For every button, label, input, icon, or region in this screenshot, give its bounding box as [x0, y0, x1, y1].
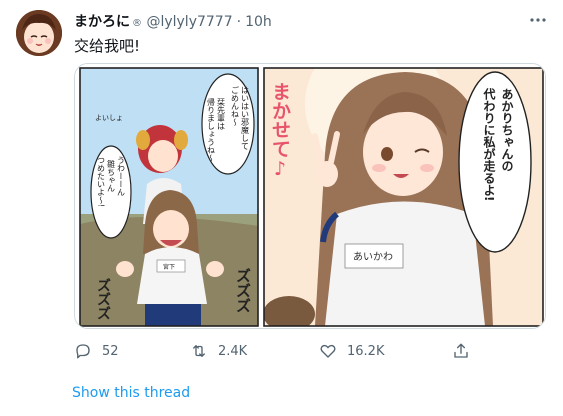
more-icon[interactable] — [528, 12, 548, 28]
retweet-button[interactable]: 2.4K — [190, 341, 247, 361]
sfx-makasete: まかせて♪ — [269, 82, 291, 180]
avatar[interactable] — [16, 10, 62, 56]
share-button[interactable] — [452, 341, 480, 361]
bubble-2-line-2: 代わりに私が走るよ! — [482, 87, 496, 202]
tweet-actions: 52 2.4K 16.2K — [74, 341, 494, 361]
bubble-right-line-3: 栞先輩は — [217, 98, 226, 130]
bubble-2-line-1: あかりちゃんの — [500, 88, 514, 172]
retweet-count: 2.4K — [218, 343, 248, 359]
sfx-bottom-left: ズズズ — [95, 277, 111, 320]
tweet: まかろに ® @lylyly7777 · 10h 交给我吧! よいしょ はいはい… — [0, 0, 563, 416]
shirt-name-1: 宮下 — [163, 263, 175, 271]
share-icon — [454, 343, 468, 358]
tweet-text: 交给我吧! — [74, 37, 141, 55]
tweet-media-image[interactable]: よいしょ はいはい邪魔して ごめんね～ 栞先輩は 帰りましょうね～ うわーーん … — [74, 63, 546, 329]
bubble-left-line-2: 雛ちゃん — [107, 159, 116, 192]
display-name[interactable]: まかろに — [74, 14, 130, 30]
reply-count: 52 — [102, 343, 119, 359]
tweet-header: まかろに ® @lylyly7777 · 10h — [74, 11, 272, 31]
separator-dot: · — [236, 14, 242, 30]
reply-button[interactable]: 52 — [74, 341, 119, 361]
bubble-left-line-1: うわーーん — [117, 156, 126, 196]
manga-image: よいしょ はいはい邪魔して ごめんね～ 栞先輩は 帰りましょうね～ うわーーん … — [75, 64, 545, 328]
like-button[interactable]: 16.2K — [319, 341, 384, 361]
like-count: 16.2K — [347, 343, 385, 359]
timestamp[interactable]: 10h — [245, 14, 272, 30]
more-dots-icon — [530, 18, 546, 22]
shirt-name-2: あいかわ — [353, 251, 393, 263]
show-thread-link[interactable]: Show this thread — [72, 385, 190, 401]
sfx-small: よいしょ — [95, 114, 123, 122]
sfx-bottom-right: ズズズ — [234, 267, 252, 313]
reply-icon — [76, 344, 90, 359]
user-handle[interactable]: @lylyly7777 — [146, 14, 232, 30]
retweet-icon — [193, 345, 205, 357]
bubble-right-line-4: 帰りましょうね～ — [207, 97, 216, 162]
heart-icon — [320, 344, 336, 358]
bubble-right-line-2: ごめんね～ — [231, 85, 240, 126]
bubble-left-line-3: つめたいよ～! — [97, 156, 106, 207]
name-emoji: ® — [132, 18, 142, 29]
bubble-right-line-1: はいはい邪魔して — [241, 86, 250, 150]
